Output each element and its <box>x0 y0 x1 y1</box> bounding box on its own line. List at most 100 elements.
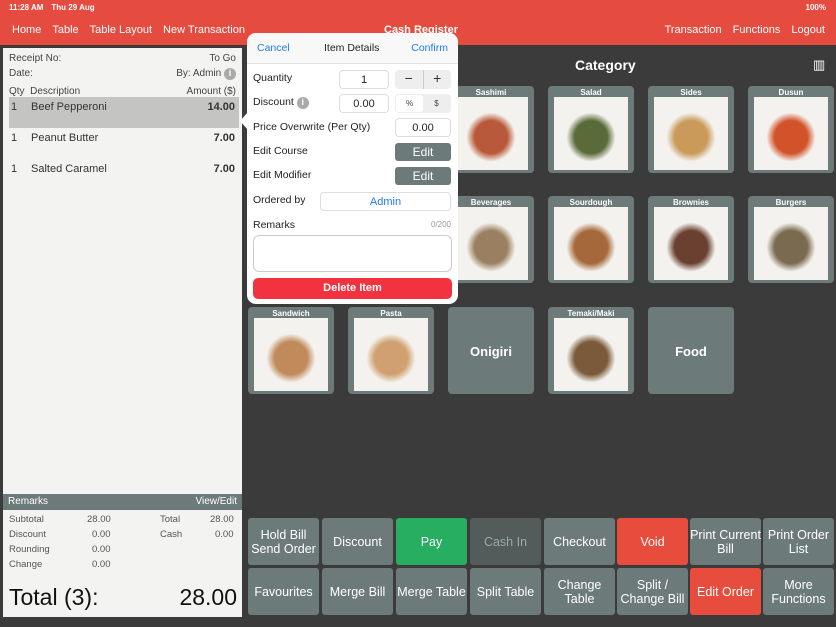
change-value: 0.00 <box>92 559 111 570</box>
total-label: Total <box>160 514 181 525</box>
nav-table[interactable]: Table <box>52 24 78 36</box>
quantity-input[interactable]: 1 <box>339 70 389 89</box>
col-qty: Qty <box>9 86 25 97</box>
favourites-button[interactable]: Favourites <box>248 568 319 615</box>
view-edit-link[interactable]: View/Edit <box>195 496 237 508</box>
more-functions-button[interactable]: More Functions <box>763 568 834 615</box>
category-tile[interactable]: Sashimi <box>448 86 534 173</box>
edit-modifier-button[interactable]: Edit <box>395 167 451 185</box>
category-tile[interactable]: Salad <box>548 86 634 173</box>
item-details-popover: Cancel Item Details Confirm Quantity 1 −… <box>247 33 458 304</box>
category-image <box>454 207 528 280</box>
nav-functions[interactable]: Functions <box>733 24 781 36</box>
merge-bill-button[interactable]: Merge Bill <box>322 568 393 615</box>
split-change-bill-button[interactable]: Split / Change Bill <box>617 568 688 615</box>
category-image <box>654 207 728 280</box>
delete-item-button[interactable]: Delete Item <box>253 278 452 299</box>
edit-order-button[interactable]: Edit Order <box>690 568 761 615</box>
ordered-by-selector[interactable]: Admin <box>320 192 451 211</box>
order-type[interactable]: To Go <box>209 53 236 64</box>
category-tile[interactable]: Brownies <box>648 196 734 283</box>
time: 11:28 AM <box>9 3 44 12</box>
battery: 100% <box>805 3 826 12</box>
popover-title: Item Details <box>324 42 380 54</box>
item-desc: Peanut Butter <box>31 132 99 144</box>
remarks-bar[interactable]: Remarks View/Edit <box>3 494 242 510</box>
nav-home[interactable]: Home <box>12 24 41 36</box>
edit-course-button[interactable]: Edit <box>395 143 451 161</box>
quantity-stepper: − + <box>395 70 451 89</box>
total-value: 28.00 <box>210 514 234 525</box>
item-qty: 1 <box>11 101 18 113</box>
cash-in-button[interactable]: Cash In <box>470 518 541 565</box>
remarks-label: Remarks <box>8 496 49 507</box>
remarks-input[interactable] <box>253 235 452 272</box>
receipt-item[interactable]: 1 Beef Pepperoni 14.00 <box>9 97 239 128</box>
discount-button[interactable]: Discount <box>322 518 393 565</box>
discount-label: Discount <box>9 529 46 540</box>
plus-button[interactable]: + <box>424 70 452 89</box>
print-current-bill-button[interactable]: Print Current Bill <box>690 518 761 565</box>
dollar-option[interactable]: $ <box>423 95 450 112</box>
merge-table-button[interactable]: Merge Table <box>396 568 467 615</box>
category-tile[interactable]: Food <box>648 307 734 394</box>
price-overwrite-label: Price Overwrite (Per Qty) <box>253 121 371 133</box>
nav-table-layout[interactable]: Table Layout <box>90 24 152 36</box>
tile-label: Onigiri <box>470 344 512 359</box>
date: Thu 29 Aug <box>51 3 95 12</box>
checkout-button[interactable]: Checkout <box>544 518 615 565</box>
subtotal-value: 28.00 <box>87 514 111 525</box>
cancel-button[interactable]: Cancel <box>257 42 290 54</box>
nav-transaction[interactable]: Transaction <box>665 24 722 36</box>
receipt-panel: Receipt No: To Go Date: By: Admin i Qty De… <box>3 48 242 617</box>
percent-option[interactable]: % <box>396 95 423 112</box>
change-table-button[interactable]: Change Table <box>544 568 615 615</box>
category-tile[interactable]: Pasta <box>348 307 434 394</box>
nav-right: Transaction Functions Logout <box>665 24 836 36</box>
edit-modifier-label: Edit Modifier <box>253 169 312 181</box>
status-bar: 11:28 AM Thu 29 Aug <box>9 3 103 12</box>
split-table-button[interactable]: Split Table <box>470 568 541 615</box>
category-tile[interactable]: Temaki/Maki <box>548 307 634 394</box>
grand-total-value: 28.00 <box>179 584 237 610</box>
col-amount: Amount ($) <box>186 86 236 97</box>
receipt-item[interactable]: 1 Salted Caramel 7.00 <box>9 159 239 190</box>
category-image <box>654 97 728 170</box>
grand-total-label: Total (3): <box>9 584 99 610</box>
category-tile[interactable]: Sandwich <box>248 307 334 394</box>
category-image <box>554 97 628 170</box>
category-title: Category <box>575 57 636 73</box>
category-tile[interactable]: Sourdough <box>548 196 634 283</box>
minus-button[interactable]: − <box>395 70 424 89</box>
void-button[interactable]: Void <box>617 518 688 565</box>
category-tile[interactable]: Onigiri <box>448 307 534 394</box>
cash-value: 0.00 <box>215 529 234 540</box>
quantity-label: Quantity <box>253 72 293 84</box>
ordered-by: By: Admin <box>176 68 222 79</box>
price-overwrite-input[interactable]: 0.00 <box>395 118 451 137</box>
receipt-no-label: Receipt No: <box>9 53 62 64</box>
info-icon[interactable]: i <box>224 68 236 80</box>
confirm-button[interactable]: Confirm <box>411 42 448 54</box>
category-image <box>554 318 628 391</box>
cash-label: Cash <box>160 529 183 540</box>
item-amount: 14.00 <box>207 101 235 113</box>
category-image <box>554 207 628 280</box>
category-tile[interactable]: Beverages <box>448 196 534 283</box>
barcode-search-icon[interactable]: ▥ <box>813 57 825 73</box>
remarks-count: 0/200 <box>430 220 451 229</box>
nav-new-transaction[interactable]: New Transaction <box>163 24 245 36</box>
item-qty: 1 <box>11 163 18 175</box>
category-tile[interactable]: Burgers <box>748 196 834 283</box>
nav-logout[interactable]: Logout <box>791 24 825 36</box>
print-order-list-button[interactable]: Print Order List <box>763 518 834 565</box>
category-tile[interactable]: Sides <box>648 86 734 173</box>
discount-input[interactable]: 0.00 <box>339 94 389 113</box>
category-image <box>754 207 828 280</box>
receipt-item[interactable]: 1 Peanut Butter 7.00 <box>9 128 239 159</box>
hold-bill-send-order-button[interactable]: Hold Bill Send Order <box>248 518 319 565</box>
pay-button[interactable]: Pay <box>396 518 467 565</box>
info-icon[interactable]: i <box>296 97 309 109</box>
item-desc: Beef Pepperoni <box>31 101 107 113</box>
category-tile[interactable]: Dusun <box>748 86 834 173</box>
